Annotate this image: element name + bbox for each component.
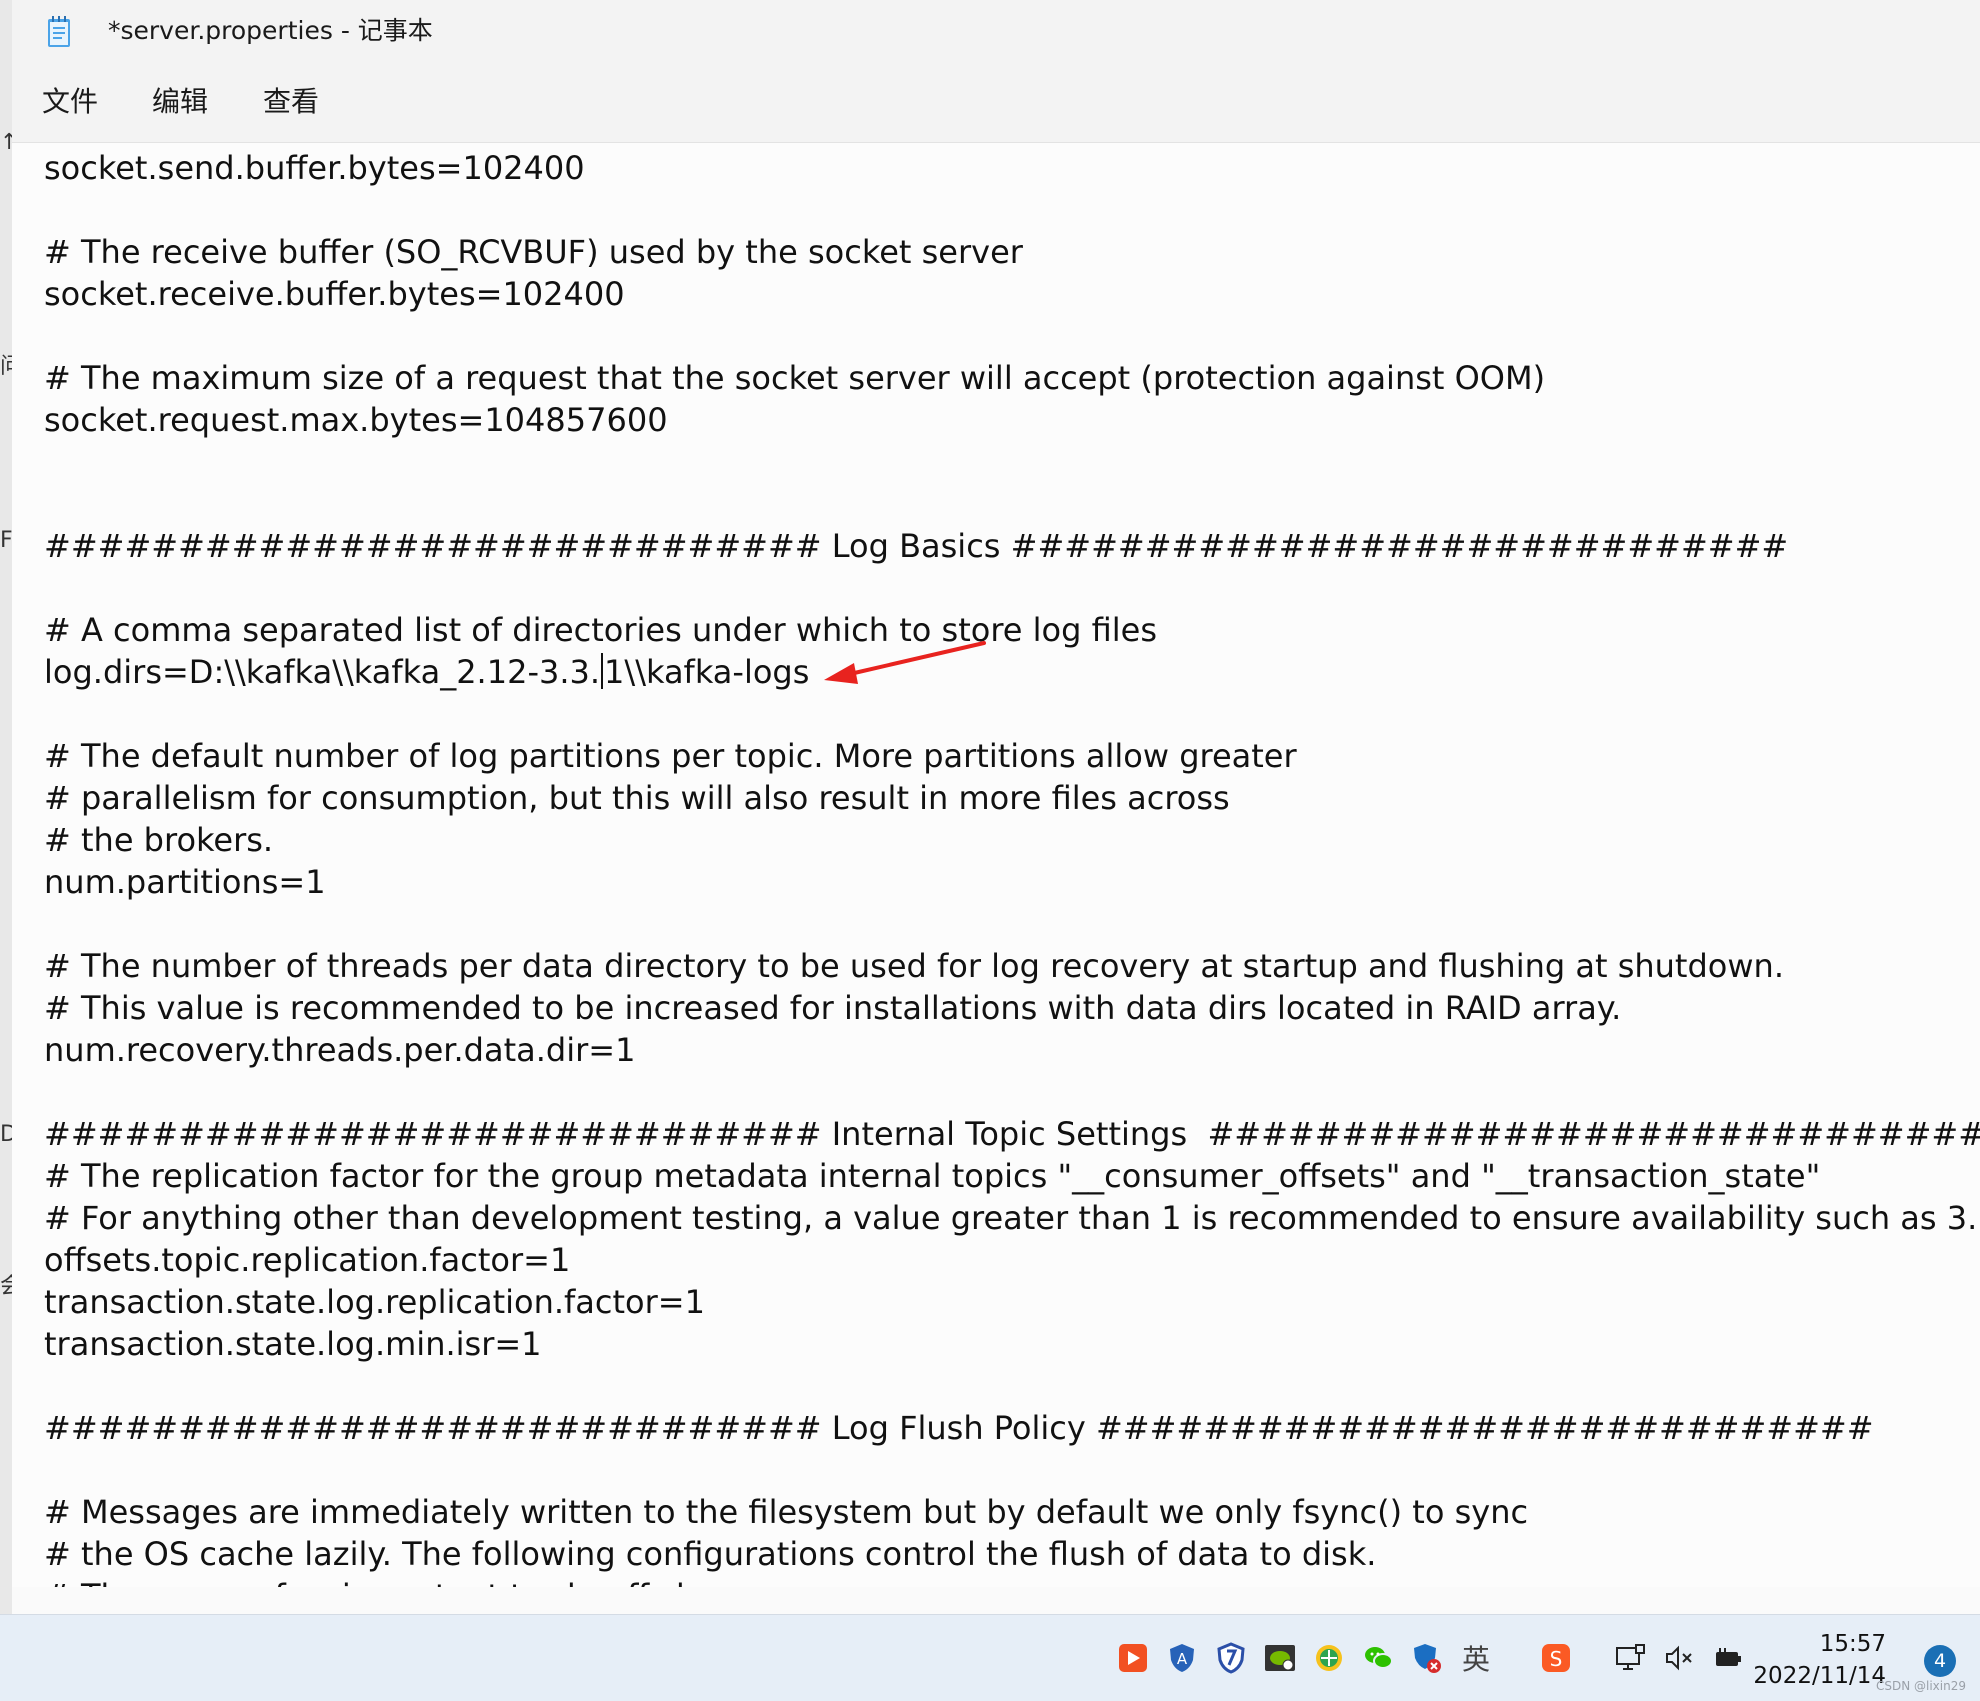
text-line: transaction.state.log.min.isr=1	[44, 1325, 542, 1363]
text-line: # Messages are immediately written to th…	[44, 1493, 1529, 1531]
nvidia-icon[interactable]	[1264, 1642, 1296, 1674]
security-shield-icon[interactable]	[1215, 1642, 1247, 1674]
title-bar[interactable]: *server.properties - 记事本	[12, 0, 1980, 62]
sogou-input-icon[interactable]: S	[1540, 1642, 1572, 1674]
globe-app-icon[interactable]	[1313, 1642, 1345, 1674]
network-icon[interactable]	[1614, 1642, 1646, 1674]
text-line: offsets.topic.replication.factor=1	[44, 1241, 571, 1279]
taskbar: A 英 S 15:57 2022/11/14 4 CSDN @lixin29	[0, 1614, 1980, 1701]
arrow-head	[824, 663, 858, 684]
text-caret	[601, 653, 604, 689]
text-editor-area[interactable]: socket.send.buffer.bytes=102400 # The re…	[12, 143, 1980, 1587]
watermark: CSDN @lixin29	[1875, 1679, 1966, 1693]
clock-date[interactable]: 2022/11/14	[1753, 1663, 1886, 1689]
text-line: ############################# Log Basics…	[44, 527, 1789, 565]
clock-time[interactable]: 15:57	[1820, 1631, 1886, 1657]
svg-text:S: S	[1550, 1647, 1563, 1671]
text-line: socket.request.max.bytes=104857600	[44, 401, 668, 439]
input-method-indicator[interactable]: 英	[1460, 1642, 1492, 1676]
text-line: # The number of threads per data directo…	[44, 947, 1784, 985]
text-line: socket.send.buffer.bytes=102400	[44, 149, 585, 187]
menu-bar: 文件 编辑 查看	[12, 62, 1980, 143]
text-line: # The default number of log partitions p…	[44, 737, 1297, 775]
text-line: num.recovery.threads.per.data.dir=1	[44, 1031, 636, 1069]
text-line: # This value is recommended to be increa…	[44, 989, 1622, 1027]
text-line: # The maximum size of a request that the…	[44, 359, 1546, 397]
text-line-partial: # There are a few important trade-offs h…	[44, 1575, 759, 1587]
volume-muted-icon[interactable]	[1663, 1642, 1695, 1674]
notepad-icon	[48, 16, 70, 47]
text-line: # parallelism for consumption, but this …	[44, 779, 1230, 817]
text-line: # The replication factor for the group m…	[44, 1157, 1821, 1195]
notepad-window: *server.properties - 记事本 文件 编辑 查看 socket…	[12, 0, 1980, 1614]
log-dirs-text-after-caret: 1\\kafka-logs	[604, 653, 810, 691]
text-line: # The receive buffer (SO_RCVBUF) used by…	[44, 233, 1023, 271]
wechat-icon[interactable]	[1362, 1642, 1394, 1674]
window-title: *server.properties - 记事本	[108, 16, 433, 45]
menu-edit[interactable]: 编辑	[148, 82, 212, 122]
text-line: # the OS cache lazily. The following con…	[44, 1535, 1377, 1573]
text-line: ############################# Log Flush …	[44, 1409, 1874, 1447]
text-line: # For anything other than development te…	[44, 1199, 1978, 1237]
text-line: ############################# Internal T…	[44, 1115, 1980, 1153]
text-line: socket.receive.buffer.bytes=102400	[44, 275, 625, 313]
log-dirs-text-before-caret: log.dirs=D:\\kafka\\kafka_2.12-3.3.	[44, 653, 601, 691]
text-line: # A comma separated list of directories …	[44, 611, 1157, 649]
presentation-app-icon[interactable]	[1117, 1642, 1149, 1674]
notification-badge[interactable]: 4	[1924, 1645, 1956, 1677]
shield-a-icon[interactable]: A	[1166, 1642, 1198, 1674]
svg-text:A: A	[1177, 1650, 1188, 1668]
menu-file[interactable]: 文件	[38, 82, 102, 122]
menu-view[interactable]: 查看	[259, 82, 323, 122]
text-line: # the brokers.	[44, 821, 274, 859]
text-line: transaction.state.log.replication.factor…	[44, 1283, 705, 1321]
battery-charging-icon[interactable]	[1712, 1642, 1744, 1674]
defender-warning-icon[interactable]	[1411, 1642, 1443, 1674]
text-line-log-dirs: log.dirs=D:\\kafka\\kafka_2.12-3.3. 1\\ka…	[44, 651, 809, 693]
background-char: F	[0, 528, 13, 553]
text-line: num.partitions=1	[44, 863, 326, 901]
